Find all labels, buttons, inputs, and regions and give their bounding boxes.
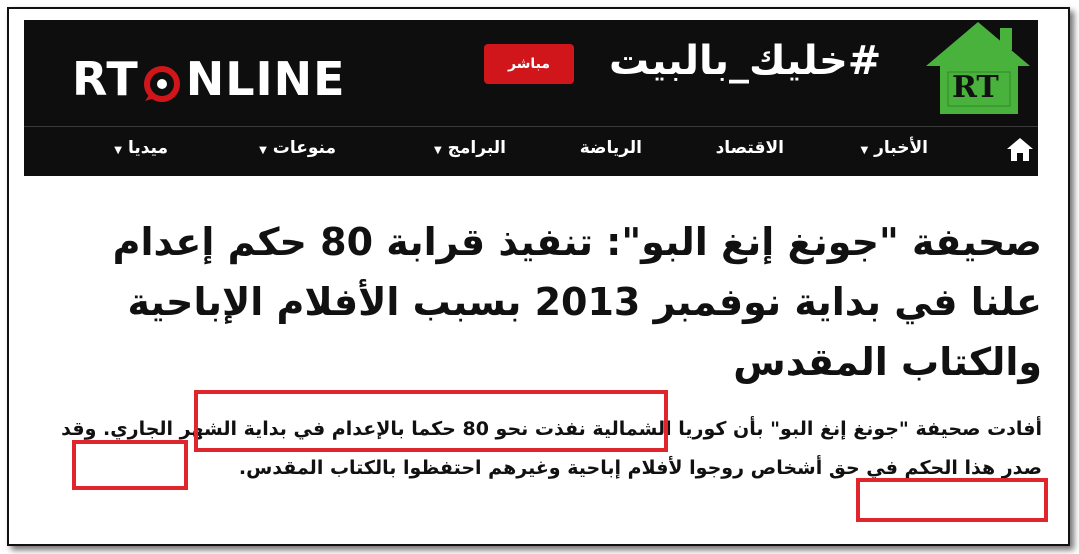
stay-home-hashtag[interactable]: #خليك_بالبيت: [609, 38, 881, 84]
nav-divider: [24, 126, 1038, 127]
nav-item-programs[interactable]: البرامج▼: [434, 138, 506, 158]
live-button[interactable]: مباشر: [484, 44, 574, 84]
rt-house-icon[interactable]: RT: [922, 18, 1034, 118]
highlight-box-bible: [856, 478, 1048, 522]
logo-prefix: RT: [72, 52, 139, 106]
highlight-box-executions: [194, 390, 668, 452]
home-icon[interactable]: [1006, 136, 1034, 162]
rt-online-logo[interactable]: RT NLINE: [72, 52, 346, 106]
house-badge-label: RT: [952, 70, 999, 105]
nav-item-news[interactable]: الأخبار▼: [860, 138, 928, 158]
nav-item-media[interactable]: ميديا▼: [114, 138, 168, 158]
nav-item-misc[interactable]: منوعات▼: [259, 138, 336, 158]
main-nav: الأخبار▼ الاقتصاد الرياضة البرامج▼ منوعا…: [24, 130, 1038, 170]
site-header: RT NLINE مباشر #خليك_بالبيت RT الأخبار▼ …: [24, 20, 1038, 176]
article-title: صحيفة "جونغ إنغ البو": تنفيذ قرابة 80 حك…: [112, 220, 1042, 384]
logo-suffix: NLINE: [185, 52, 346, 106]
nav-item-economy[interactable]: الاقتصاد: [716, 138, 784, 158]
logo-ring-icon: [143, 60, 181, 102]
highlight-box-kept: [72, 440, 188, 490]
nav-item-sports[interactable]: الرياضة: [580, 138, 642, 158]
